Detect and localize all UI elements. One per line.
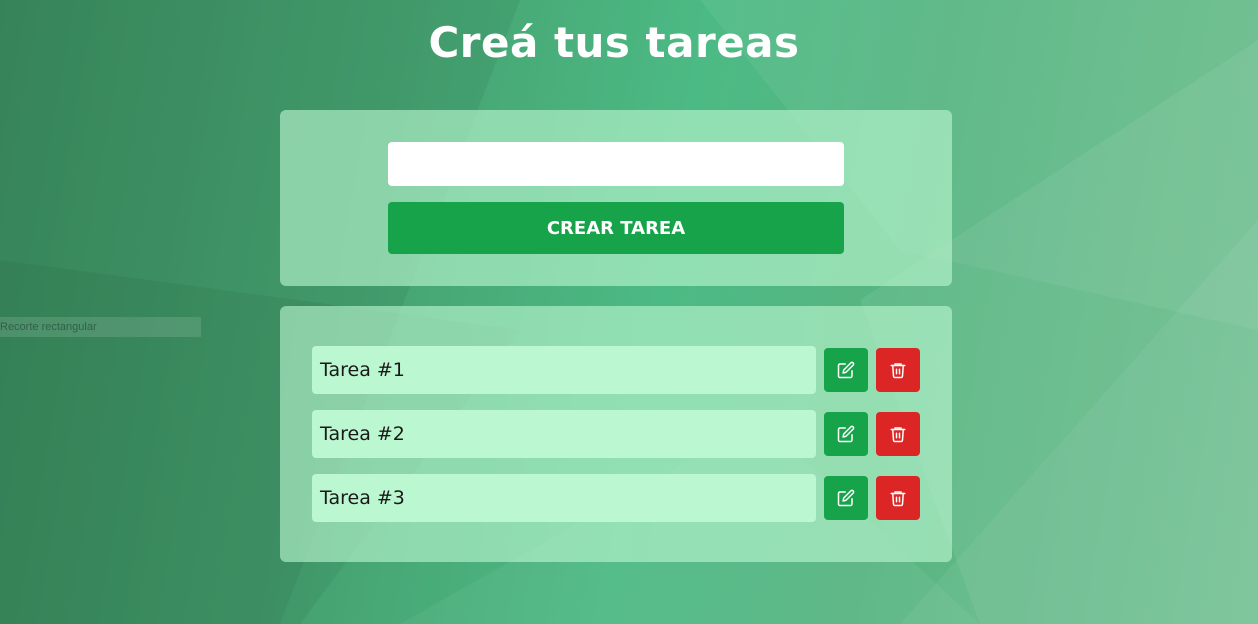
edit-icon — [837, 489, 855, 507]
create-task-button[interactable]: CREAR TAREA — [388, 202, 844, 254]
page-title: Creá tus tareas — [428, 18, 800, 67]
trash-icon — [890, 427, 906, 443]
trash-icon — [890, 491, 906, 507]
create-task-panel: CREAR TAREA — [280, 110, 952, 286]
delete-task-button[interactable] — [876, 412, 920, 456]
task-row: Tarea #2 — [312, 410, 920, 458]
task-label: Tarea #2 — [312, 410, 816, 458]
task-row: Tarea #3 — [312, 474, 920, 522]
edit-task-button[interactable] — [824, 412, 868, 456]
task-label: Tarea #1 — [312, 346, 816, 394]
task-row: Tarea #1 — [312, 346, 920, 394]
task-input[interactable] — [388, 142, 844, 186]
task-label: Tarea #3 — [312, 474, 816, 522]
delete-task-button[interactable] — [876, 476, 920, 520]
delete-task-button[interactable] — [876, 348, 920, 392]
edit-icon — [837, 361, 855, 379]
edit-task-button[interactable] — [824, 476, 868, 520]
edit-icon — [837, 425, 855, 443]
trash-icon — [890, 363, 906, 379]
task-list-panel: Tarea #1 Tarea #2 Tarea #3 — [280, 306, 952, 562]
edit-task-button[interactable] — [824, 348, 868, 392]
snip-tool-label: Recorte rectangular — [0, 317, 201, 337]
